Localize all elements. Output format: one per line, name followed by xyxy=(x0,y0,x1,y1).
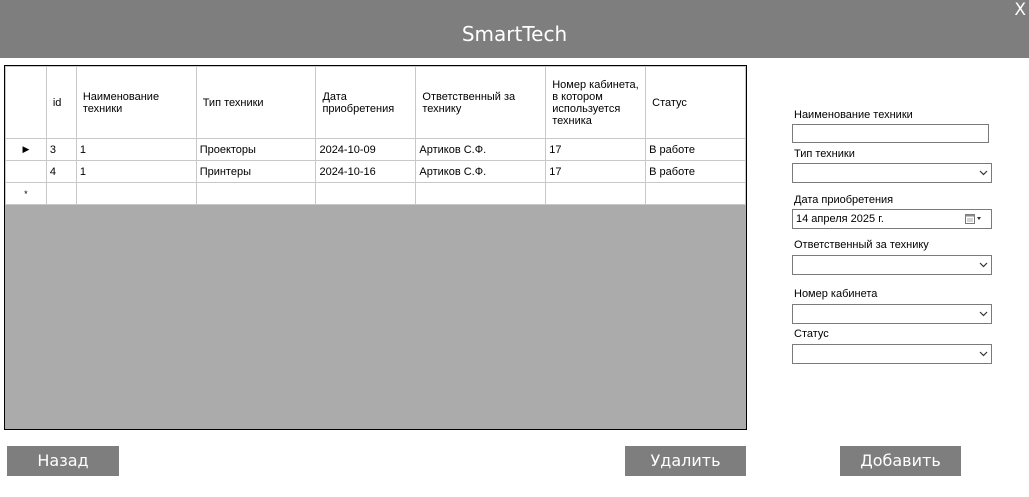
column-header-responsible[interactable]: Ответственный за технику xyxy=(415,66,547,139)
equipment-table: id Наименование техники Тип техники Дата… xyxy=(5,66,746,205)
cell-room[interactable]: 17 xyxy=(545,138,647,161)
date-picker[interactable]: 14 апреля 2025 г. xyxy=(792,209,992,229)
type-select[interactable] xyxy=(792,163,992,183)
column-header-type[interactable]: Тип техники xyxy=(195,66,317,139)
cell-responsible[interactable]: Артиков С.Ф. xyxy=(415,160,547,183)
cell-room[interactable]: 17 xyxy=(545,160,647,183)
cell-date[interactable]: 2024-10-09 xyxy=(315,138,417,161)
room-select[interactable] xyxy=(792,304,992,324)
column-header-room[interactable]: Номер кабинета, в котором используется т… xyxy=(545,66,647,139)
row-pointer-icon[interactable]: ▶ xyxy=(5,138,47,161)
date-label: Дата приобретения xyxy=(794,194,894,206)
cell-type[interactable]: Принтеры xyxy=(195,160,317,183)
cell-name[interactable]: 1 xyxy=(75,160,197,183)
add-button[interactable]: Добавить xyxy=(840,446,961,476)
responsible-label: Ответственный за технику xyxy=(794,239,929,251)
status-select[interactable] xyxy=(792,344,992,364)
delete-button[interactable]: Удалить xyxy=(625,446,746,476)
back-button[interactable]: Назад xyxy=(7,446,119,476)
title-bar: SmartTech X xyxy=(0,0,1029,58)
row-header-corner[interactable] xyxy=(5,66,47,139)
cell-name[interactable]: 1 xyxy=(75,138,197,161)
cell-responsible[interactable]: Артиков С.Ф. xyxy=(415,138,547,161)
name-input[interactable] xyxy=(792,124,989,143)
chevron-down-icon xyxy=(979,170,988,176)
cell-id[interactable]: 3 xyxy=(45,138,77,161)
data-grid[interactable]: id Наименование техники Тип техники Дата… xyxy=(4,65,747,430)
new-row-marker[interactable]: * xyxy=(5,182,47,205)
new-cell[interactable] xyxy=(415,182,547,205)
cell-status[interactable]: В работе xyxy=(645,160,746,183)
row-header[interactable] xyxy=(5,160,47,183)
name-label: Наименование техники xyxy=(794,109,913,121)
cell-id[interactable]: 4 xyxy=(45,160,77,183)
date-value: 14 апреля 2025 г. xyxy=(796,213,884,225)
header-row: id Наименование техники Тип техники Дата… xyxy=(5,66,746,139)
type-label: Тип техники xyxy=(794,148,855,160)
table-row[interactable]: ▶ 3 1 Проекторы 2024-10-09 Артиков С.Ф. … xyxy=(5,138,746,161)
new-cell[interactable] xyxy=(545,182,647,205)
new-cell[interactable] xyxy=(645,182,746,205)
table-row[interactable]: 4 1 Принтеры 2024-10-16 Артиков С.Ф. 17 … xyxy=(5,160,746,183)
responsible-select[interactable] xyxy=(792,255,992,275)
calendar-icon[interactable] xyxy=(965,213,985,225)
room-label: Номер кабинета xyxy=(794,288,878,300)
new-cell[interactable] xyxy=(195,182,317,205)
column-header-name[interactable]: Наименование техники xyxy=(75,66,197,139)
new-cell[interactable] xyxy=(45,182,77,205)
close-icon[interactable]: X xyxy=(1014,0,1026,20)
new-cell[interactable] xyxy=(315,182,417,205)
cell-status[interactable]: В работе xyxy=(645,138,746,161)
new-row[interactable]: * xyxy=(5,182,746,205)
chevron-down-icon xyxy=(979,351,988,357)
column-header-date[interactable]: Дата приобретения xyxy=(315,66,417,139)
window-title: SmartTech xyxy=(461,22,568,46)
new-cell[interactable] xyxy=(75,182,197,205)
cell-type[interactable]: Проекторы xyxy=(195,138,317,161)
column-header-id[interactable]: id xyxy=(45,66,77,139)
status-label: Статус xyxy=(794,328,829,340)
chevron-down-icon xyxy=(979,311,988,317)
column-header-status[interactable]: Статус xyxy=(645,66,746,139)
cell-date[interactable]: 2024-10-16 xyxy=(315,160,417,183)
chevron-down-icon xyxy=(979,262,988,268)
